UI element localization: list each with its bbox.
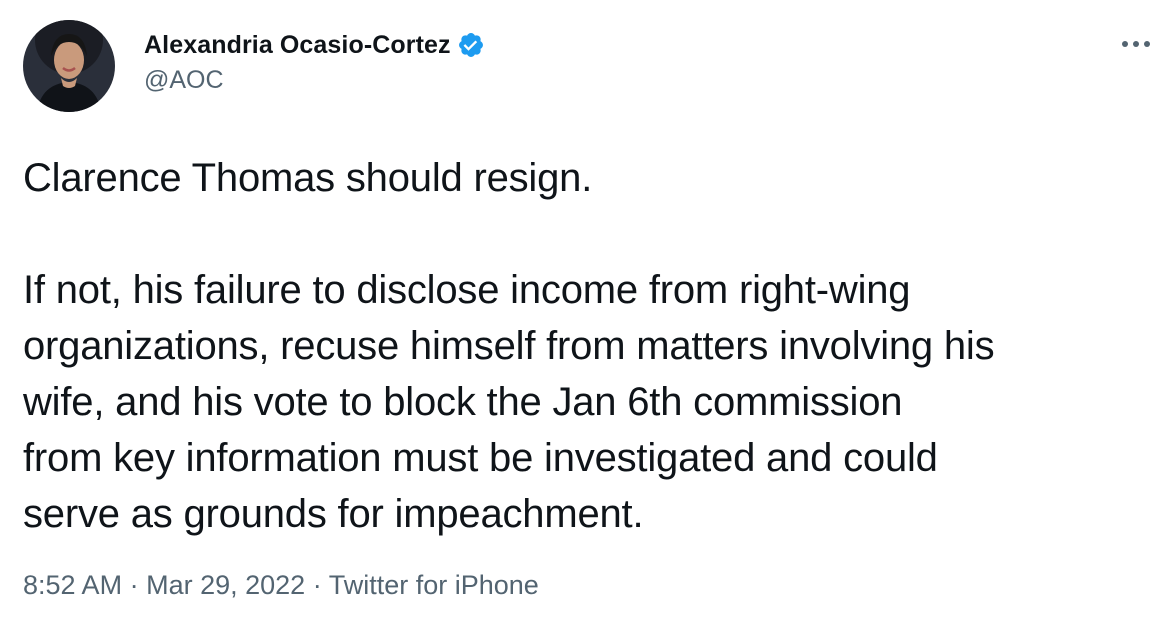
tweet-time[interactable]: 8:52 AM (23, 570, 122, 600)
tweet-card: Alexandria Ocasio-Cortez @AOC Clarence T… (0, 0, 1174, 622)
tweet-paragraph-1: Clarence Thomas should resign. (23, 156, 593, 200)
verified-badge-icon (457, 31, 485, 59)
more-options-icon[interactable] (1118, 26, 1154, 62)
author-name-row: Alexandria Ocasio-Cortez (144, 28, 485, 62)
meta-separator: · (312, 570, 322, 600)
display-name[interactable]: Alexandria Ocasio-Cortez (144, 31, 451, 60)
tweet-source[interactable]: Twitter for iPhone (329, 570, 539, 600)
tweet-paragraph-2: If not, his failure to disclose income f… (23, 268, 995, 536)
avatar[interactable] (23, 20, 115, 112)
meta-separator: · (129, 570, 139, 600)
tweet-date[interactable]: Mar 29, 2022 (146, 570, 305, 600)
author-handle[interactable]: @AOC (144, 66, 224, 95)
tweet-text: Clarence Thomas should resign. If not, h… (23, 150, 1163, 542)
tweet-metadata: 8:52 AM · Mar 29, 2022 · Twitter for iPh… (23, 570, 539, 601)
